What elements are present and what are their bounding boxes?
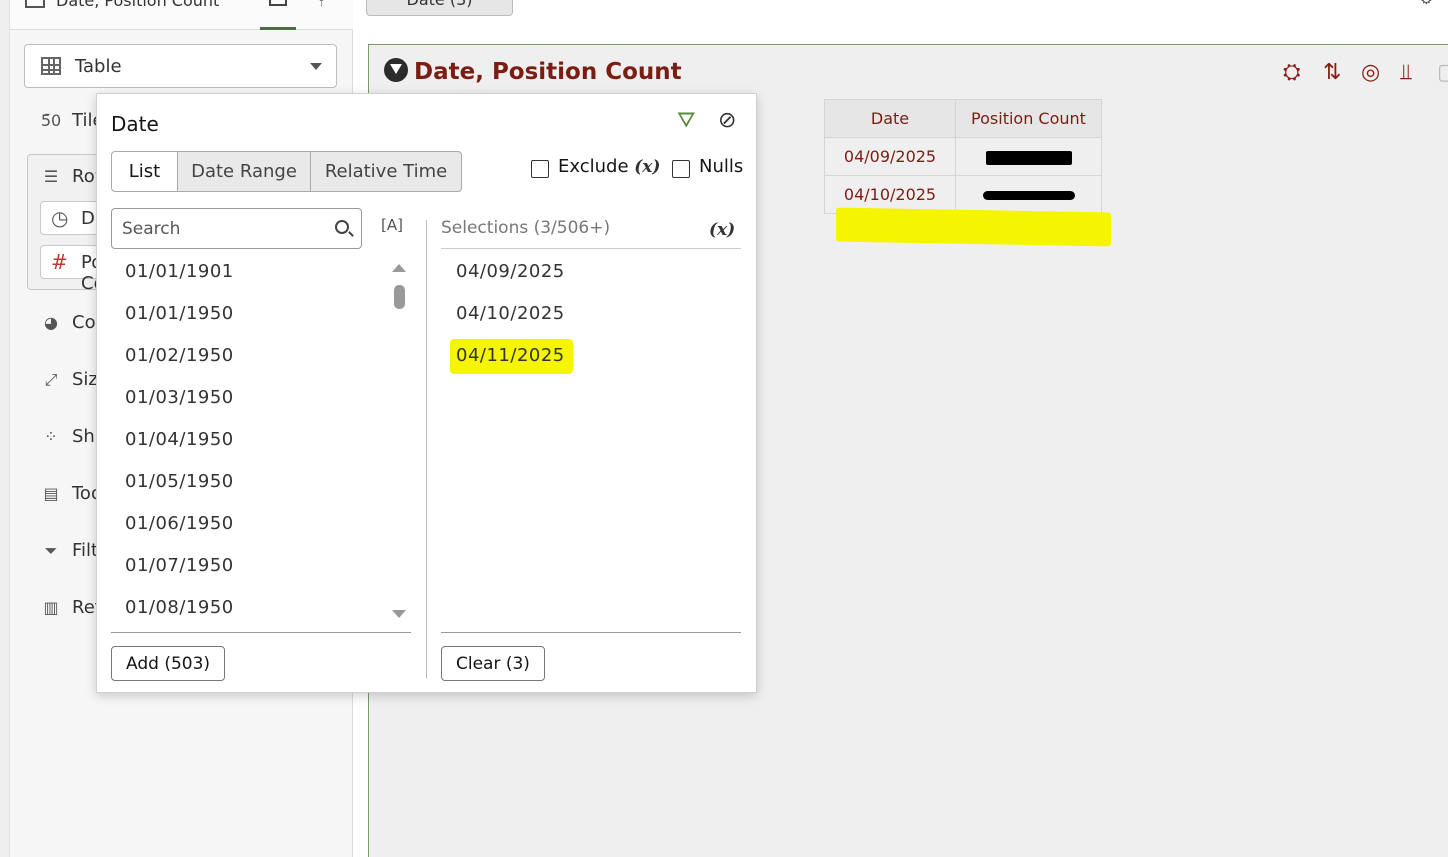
- visualization-type-label: Table: [75, 56, 122, 77]
- selected-item[interactable]: 04/10/2025: [441, 293, 741, 335]
- redaction-mark: [982, 191, 1075, 200]
- cell-count-redacted: [955, 175, 1102, 214]
- size-icon: ⤢: [44, 370, 58, 389]
- list-item[interactable]: 01/05/1950: [111, 461, 401, 503]
- list-item[interactable]: 01/01/1950: [111, 293, 401, 335]
- viz-title: Date, Position Count: [384, 58, 682, 85]
- palette-icon: ◕: [44, 313, 58, 332]
- cell-count-redacted: [955, 137, 1102, 176]
- insights-icon[interactable]: ⫫: [1400, 60, 1412, 85]
- list-item[interactable]: 01/06/1950: [111, 503, 401, 545]
- divider: [441, 248, 741, 249]
- tab-properties[interactable]: ⫯: [318, 0, 324, 10]
- visualization-type-select[interactable]: Table: [24, 44, 337, 88]
- selections-header: Selections (3/506+): [441, 218, 611, 238]
- tab-list[interactable]: List: [111, 151, 178, 192]
- column-header-date[interactable]: Date: [824, 99, 956, 138]
- search-input[interactable]: [122, 217, 322, 241]
- hash-icon: #: [51, 250, 68, 274]
- tile-icon: 5̄0: [40, 111, 62, 130]
- scroll-up-arrow[interactable]: [392, 264, 406, 272]
- match-case-icon[interactable]: [A]: [381, 216, 403, 234]
- filter-pill-date[interactable]: Date (3): [366, 0, 513, 16]
- table-row: 04/09/2025: [824, 137, 1102, 176]
- cell-date[interactable]: 04/09/2025: [824, 137, 956, 176]
- pill-date[interactable]: ◷Date: [40, 201, 124, 235]
- list-item[interactable]: 01/04/1950: [111, 419, 401, 461]
- grammar-tile[interactable]: 5̄0 Tile: [40, 110, 104, 131]
- nulls-checkbox[interactable]: [672, 160, 690, 178]
- pill-position-count[interactable]: #Position Count: [40, 245, 151, 294]
- search-field[interactable]: [111, 208, 362, 249]
- tab-date-range[interactable]: Date Range: [177, 151, 311, 192]
- selected-item-highlighted[interactable]: 04/11/2025: [441, 335, 741, 377]
- divider: [111, 632, 411, 633]
- funnel-icon: ⏷: [44, 541, 58, 560]
- panel-title: Date, Position Count: [56, 0, 220, 10]
- redaction-mark: [985, 150, 1072, 165]
- filter-apply-icon[interactable]: ⛛: [677, 108, 695, 133]
- table-icon: [25, 0, 45, 8]
- chart-icon: [269, 0, 287, 6]
- filter-icon[interactable]: [384, 58, 408, 82]
- more-icon[interactable]: ▢: [1437, 60, 1448, 85]
- clock-icon: ◷: [51, 206, 69, 230]
- nulls-label: Nulls: [699, 156, 744, 177]
- exclude-checkbox[interactable]: [531, 160, 549, 178]
- exclude-label: Exclude (x): [558, 156, 661, 177]
- list-item[interactable]: 01/02/1950: [111, 335, 401, 377]
- tooltip-icon: ▤: [43, 484, 59, 503]
- sort-icon[interactable]: ⇅: [1323, 60, 1341, 85]
- divider: [426, 220, 427, 678]
- table-icon: [41, 57, 61, 75]
- date-filter-popup: Date ⛛ ⊘ List Date Range Relative Time E…: [96, 93, 757, 693]
- tab-relative-time[interactable]: Relative Time: [310, 151, 462, 192]
- data-table: Date Position Count 04/09/2025 04/10/202…: [824, 99, 1102, 214]
- gear-icon[interactable]: ⚙: [1420, 0, 1433, 8]
- divider: [441, 632, 741, 633]
- scrollbar-thumb[interactable]: [394, 285, 405, 309]
- columns-icon: ▥: [43, 598, 59, 617]
- selections-list[interactable]: 04/09/2025 04/10/2025 04/11/2025: [441, 251, 741, 377]
- popup-title: Date: [111, 112, 159, 136]
- table-header-row: Date Position Count: [824, 99, 1102, 138]
- remove-filter-icon[interactable]: ⊘: [718, 108, 736, 133]
- scroll-down-arrow[interactable]: [392, 610, 406, 618]
- list-item[interactable]: 01/01/1901: [111, 251, 401, 293]
- target-icon[interactable]: ◎: [1361, 60, 1380, 85]
- list-item[interactable]: 01/08/1950: [111, 587, 401, 629]
- left-strip: [0, 0, 10, 857]
- highlight-mark: [836, 207, 1111, 247]
- brain-icon[interactable]: ⛭: [1283, 60, 1301, 85]
- list-item[interactable]: 01/03/1950: [111, 377, 401, 419]
- add-button[interactable]: Add (503): [111, 646, 226, 681]
- selected-item[interactable]: 04/09/2025: [441, 251, 741, 293]
- rows-icon: ☰: [43, 167, 59, 186]
- available-values-list[interactable]: 01/01/1901 01/01/1950 01/02/1950 01/03/1…: [111, 251, 401, 629]
- tab-grammar[interactable]: [260, 0, 296, 30]
- search-icon[interactable]: [335, 220, 349, 234]
- clear-button[interactable]: Clear (3): [441, 646, 545, 681]
- column-header-position-count[interactable]: Position Count: [955, 99, 1102, 138]
- variable-icon[interactable]: (x): [634, 157, 660, 177]
- shape-icon: ⁘: [44, 427, 58, 446]
- variable-icon[interactable]: (x): [709, 220, 735, 240]
- chevron-down-icon: [310, 63, 322, 70]
- list-item[interactable]: 01/07/1950: [111, 545, 401, 587]
- panel-top-bar: Date, Position Count ⫯: [10, 0, 353, 30]
